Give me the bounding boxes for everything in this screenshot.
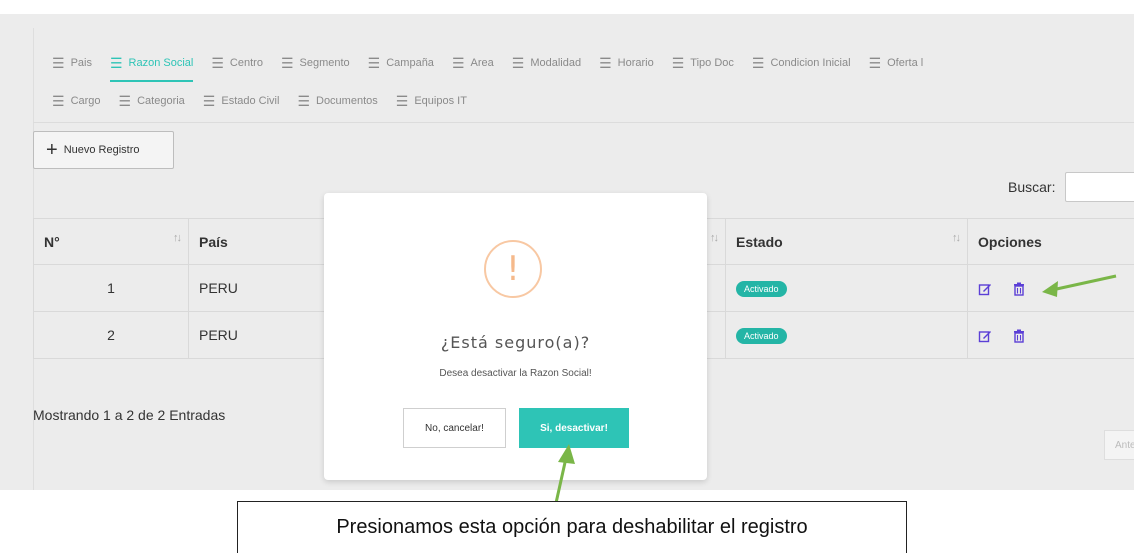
instruction-caption: Presionamos esta opción para deshabilita…: [237, 501, 907, 553]
arrowhead-confirm: [558, 444, 575, 464]
arrow-to-trash: [1051, 274, 1117, 292]
arrowhead-trash: [1042, 281, 1058, 297]
arrow-to-confirm: [554, 457, 568, 504]
annotation-arrows: [554, 274, 1117, 504]
